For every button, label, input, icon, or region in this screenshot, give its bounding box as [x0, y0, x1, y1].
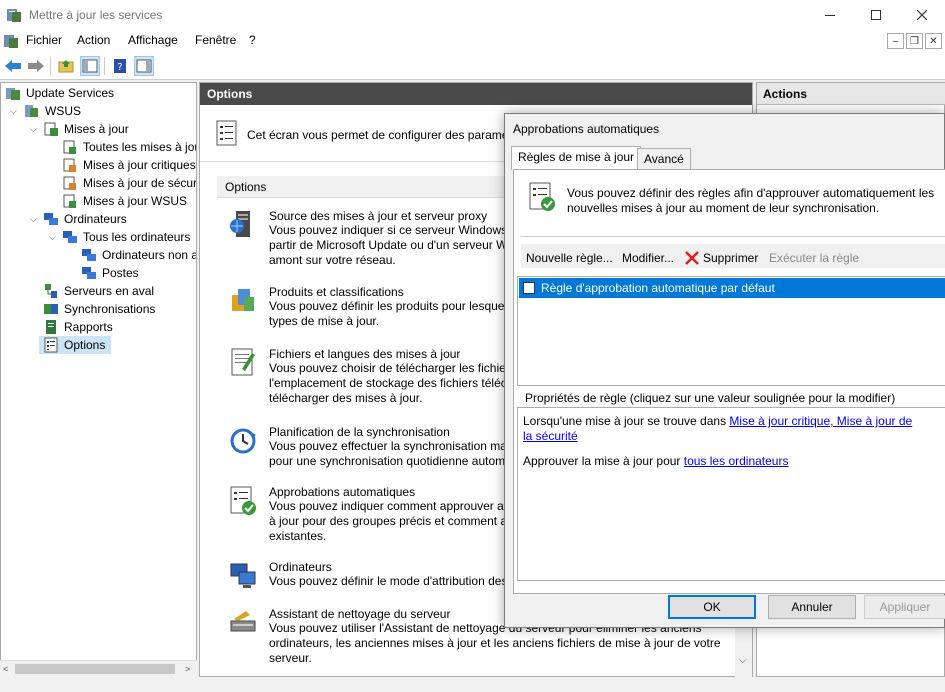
app-icon	[6, 7, 22, 23]
scrollbar-thumb[interactable]	[15, 664, 175, 674]
update-classification-link-cont[interactable]: la sécurité	[523, 429, 578, 443]
mdi-restore-button[interactable]: ❐	[906, 33, 923, 49]
computers-icon	[228, 560, 258, 592]
rule-properties-box: Lorsqu'une mise à jour se trouve dans Mi…	[517, 407, 945, 581]
edit-rule-button[interactable]: Modifier...	[622, 251, 674, 265]
back-arrow-icon[interactable]	[3, 56, 23, 76]
actions-header: Actions	[757, 83, 945, 105]
options-list-icon	[216, 120, 238, 146]
products-icon	[228, 285, 258, 317]
update-list-icon	[62, 139, 78, 155]
tree-node-options[interactable]: Options	[39, 336, 111, 354]
option-title[interactable]: Produits et classifications	[269, 285, 507, 299]
navigation-tree: Update Services ⌵ WSUS ⌵ Mises à jour To…	[0, 82, 197, 677]
update-files-icon	[228, 347, 258, 379]
svg-text:?: ?	[117, 62, 122, 73]
reports-icon	[43, 319, 59, 335]
rules-doc-icon	[527, 181, 557, 213]
chevron-down-icon[interactable]: ⌵	[739, 655, 747, 666]
maximize-button[interactable]	[853, 0, 899, 30]
dialog-title: Approbations automatiques	[513, 122, 660, 136]
auto-approvals-dialog: Approbations automatiques Règles de mise…	[504, 113, 945, 628]
proxy-server-icon	[228, 209, 258, 241]
computers-icon	[81, 265, 97, 281]
forward-arrow-icon[interactable]	[26, 56, 46, 76]
title-bar: Mettre à jour les services	[0, 0, 945, 30]
menu-help[interactable]: ?	[249, 33, 256, 47]
rule-checkbox[interactable]	[523, 282, 535, 294]
up-folder-icon[interactable]	[56, 56, 76, 76]
mdi-minimize-button[interactable]: –	[887, 33, 904, 49]
delete-rule-button[interactable]: Supprimer	[703, 251, 758, 265]
updates-icon	[43, 121, 59, 137]
cleanup-wizard-icon	[228, 607, 258, 639]
update-list-icon	[62, 175, 78, 191]
option-files-languages[interactable]: Fichiers et langues des mises à jour Vou…	[269, 347, 510, 406]
window-title: Mettre à jour les services	[29, 8, 163, 22]
update-list-icon	[62, 157, 78, 173]
run-rule-button[interactable]: Exécuter la règle	[769, 251, 859, 265]
sync-schedule-icon	[228, 425, 258, 457]
menu-affichage[interactable]: Affichage	[128, 33, 178, 47]
chevron-down-icon[interactable]: ⌵	[30, 120, 40, 138]
sync-icon	[43, 301, 59, 317]
menu-action[interactable]: Action	[77, 33, 110, 47]
option-title[interactable]: Ordinateurs	[269, 560, 507, 574]
options-panel-header: Options	[200, 83, 752, 105]
tab-update-rules[interactable]: Règles de mise à jour	[511, 146, 642, 170]
delete-x-icon[interactable]	[685, 251, 699, 265]
server-icon	[23, 103, 39, 119]
option-sync-schedule[interactable]: Planification de la synchronisation Vous…	[269, 425, 507, 469]
rule-properties-label: Propriétés de règle (cliquez sur une val…	[525, 391, 896, 405]
tree-horizontal-scrollbar[interactable]: < >	[0, 660, 197, 677]
update-classification-link[interactable]: Mise à jour critique, Mise à jour de	[729, 414, 912, 428]
scroll-right-icon[interactable]: >	[185, 664, 190, 674]
new-rule-button[interactable]: Nouvelle règle...	[526, 251, 613, 265]
rules-list: Règle d'approbation automatique par défa…	[517, 276, 945, 386]
update-list-icon	[62, 193, 78, 209]
options-icon	[43, 337, 59, 353]
chevron-down-icon[interactable]: ⌵	[10, 102, 20, 120]
show-action-pane-icon[interactable]	[134, 56, 154, 76]
option-title[interactable]: Planification de la synchronisation	[269, 425, 507, 439]
minimize-button[interactable]	[807, 0, 853, 30]
computer-group-link[interactable]: tous les ordinateurs	[684, 454, 789, 468]
ok-button[interactable]: OK	[668, 595, 756, 619]
auto-approvals-icon	[228, 485, 258, 517]
apply-button[interactable]: Appliquer	[864, 595, 945, 619]
options-intro-text: Cet écran vous permet de configurer des …	[247, 128, 529, 142]
option-computers[interactable]: Ordinateurs Vous pouvez définir le mode …	[269, 560, 507, 589]
tab-advanced[interactable]: Avancé	[637, 148, 691, 170]
toolbar: ?	[0, 52, 945, 80]
chevron-down-icon[interactable]: ⌵	[30, 210, 40, 228]
option-title[interactable]: Source des mises à jour et serveur proxy	[269, 209, 507, 223]
mdi-close-button[interactable]: ✕	[925, 33, 942, 49]
menu-fichier[interactable]: Fichier	[26, 33, 62, 47]
list-item[interactable]: Règle d'approbation automatique par défa…	[519, 278, 945, 298]
cancel-button[interactable]: Annuler	[768, 595, 856, 619]
help-icon[interactable]: ?	[110, 56, 130, 76]
menu-bar: Fichier Action Affichage Fenêtre ? – ❐ ✕	[0, 30, 945, 52]
computers-icon	[43, 211, 59, 227]
menu-fenetre[interactable]: Fenêtre	[195, 33, 236, 47]
option-title[interactable]: Approbations automatiques	[269, 485, 510, 499]
option-title[interactable]: Fichiers et langues des mises à jour	[269, 347, 510, 361]
update-services-icon	[5, 85, 21, 101]
computers-icon	[62, 229, 78, 245]
show-tree-icon[interactable]	[80, 56, 100, 76]
scroll-left-icon[interactable]: <	[3, 664, 8, 674]
downstream-servers-icon	[43, 283, 59, 299]
dialog-intro: Vous pouvez définir des règles afin d'ap…	[567, 186, 935, 215]
option-auto-approvals[interactable]: Approbations automatiques Vous pouvez in…	[269, 485, 510, 544]
option-products[interactable]: Produits et classifications Vous pouvez …	[269, 285, 507, 329]
computers-icon	[81, 247, 97, 263]
option-proxy[interactable]: Source des mises à jour et serveur proxy…	[269, 209, 507, 268]
mmc-icon	[3, 33, 19, 49]
close-button[interactable]	[899, 0, 945, 30]
chevron-down-icon[interactable]: ⌵	[49, 228, 59, 246]
